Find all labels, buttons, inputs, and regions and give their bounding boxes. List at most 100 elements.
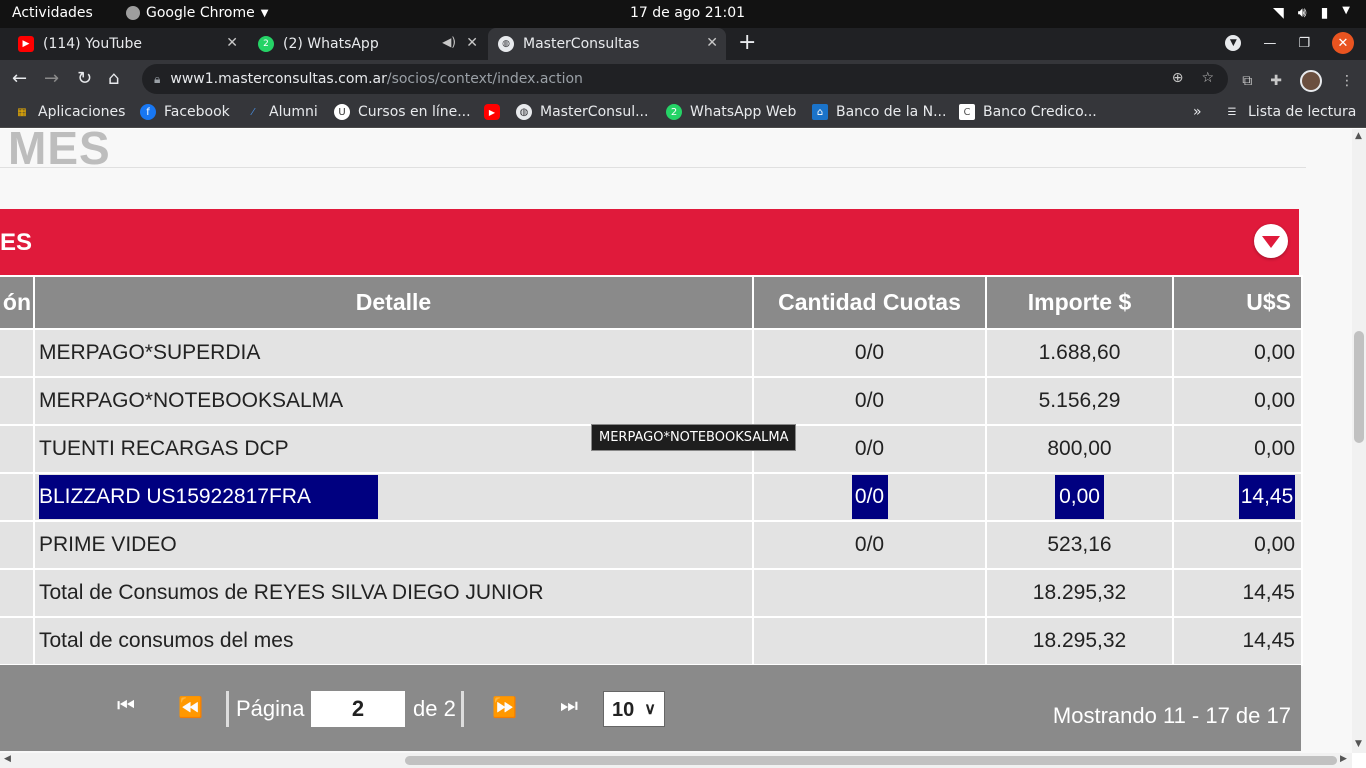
bookmark-star-icon[interactable]: ☆ (1201, 70, 1214, 86)
tab-title: (2) WhatsApp (283, 36, 379, 52)
separator (226, 691, 229, 727)
tooltip: MERPAGO*NOTEBOOKSALMA (591, 424, 797, 451)
minimize-icon[interactable]: — (1263, 36, 1276, 51)
section-header: ES (0, 209, 1299, 275)
table-row-selected[interactable]: BLIZZARD US15922817FRA 0/0 0,00 14,45 (0, 472, 1303, 522)
close-icon[interactable]: ✕ (466, 35, 478, 51)
clock[interactable]: 17 de ago 21:01 (630, 5, 745, 21)
column-header-usd[interactable]: U$S (1172, 275, 1303, 330)
more-bookmarks-chevron-icon[interactable]: » (1193, 104, 1202, 120)
reload-icon[interactable]: ↻ (77, 68, 92, 89)
scroll-up-icon[interactable]: ▲ (1355, 131, 1362, 141)
bookmark-banco-nacion[interactable]: ⌂ Banco de la N... (812, 104, 946, 120)
previous-page-icon[interactable]: ⏪ (178, 695, 203, 720)
section-title: ES (0, 229, 33, 256)
cell-importe: 18.295,32 (985, 568, 1174, 618)
tab-search-icon[interactable]: ▼ (1225, 35, 1242, 51)
zoom-icon[interactable]: ⊕ (1172, 70, 1184, 86)
cell-cuotas: 0/0 (752, 376, 987, 426)
selected-text: 14,45 (1239, 475, 1295, 519)
cell-importe: 1.688,60 (985, 328, 1174, 378)
scrollbar-thumb[interactable] (1354, 331, 1364, 443)
tab-youtube[interactable]: ▶ (114) YouTube ✕ (0, 28, 246, 60)
horizontal-scrollbar[interactable]: ◀ ▶ (0, 753, 1352, 768)
window-controls: ▼ — ❐ ✕ (1225, 32, 1354, 54)
selected-text: BLIZZARD US15922817FRA (39, 475, 378, 519)
next-page-icon[interactable]: ⏩ (492, 695, 517, 720)
tab-whatsapp[interactable]: 2 (2) WhatsApp ◀) ✕ (250, 28, 486, 60)
new-tab-button[interactable]: + (738, 30, 756, 55)
caret-down-icon: ▼ (260, 7, 269, 19)
cell-usd: 14,45 (1172, 472, 1303, 522)
bookmark-youtube[interactable]: ▶ (484, 104, 508, 120)
bookmark-facebook[interactable]: f Facebook (140, 104, 230, 120)
first-page-icon[interactable]: ⏮ (117, 695, 135, 718)
scroll-down-icon[interactable]: ▼ (1355, 739, 1362, 749)
table-cell (0, 376, 35, 426)
column-header-detalle[interactable]: Detalle (33, 275, 754, 330)
cell-importe: 18.295,32 (985, 616, 1174, 666)
chrome-icon (126, 6, 140, 20)
pagination-bar: ⏮ ⏪ Página 2 de 2 ⏩ ⏭ 10 ∨ Mostrando 11 … (0, 665, 1301, 751)
table-row[interactable]: MERPAGO*SUPERDIA 0/0 1.688,60 0,00 (0, 328, 1303, 378)
table-row-total[interactable]: Total de Consumos de REYES SILVA DIEGO J… (0, 568, 1303, 618)
close-icon[interactable]: ✕ (226, 35, 238, 51)
app-menu[interactable]: Google Chrome ▼ (126, 5, 268, 21)
alumni-icon: ⁄ (252, 106, 254, 118)
system-tray[interactable]: ◥ 🔊︎ ▮ ▼ (1273, 5, 1350, 21)
bookmarks-bar: ▦ Aplicaciones f Facebook ⁄ Alumni U Cursos … (0, 98, 1366, 128)
extensions-puzzle-icon[interactable]: ✚ (1270, 73, 1282, 89)
vertical-scrollbar[interactable]: ▲ ▼ (1352, 129, 1366, 753)
maximize-icon[interactable]: ❐ (1298, 36, 1310, 51)
bookmark-masterconsultas[interactable]: ◍ MasterConsul... (516, 104, 648, 120)
scroll-right-icon[interactable]: ▶ (1340, 754, 1347, 764)
bookmark-aplicaciones[interactable]: ▦ Aplicaciones (14, 104, 125, 120)
scrollbar-thumb[interactable] (405, 756, 1337, 765)
menu-kebab-icon[interactable]: ⋮ (1340, 73, 1354, 89)
volume-icon: 🔊︎ (1297, 5, 1307, 21)
table-row-total[interactable]: Total de consumos del mes 18.295,32 14,4… (0, 616, 1303, 666)
close-icon[interactable]: ✕ (706, 35, 718, 51)
column-header-cuotas[interactable]: Cantidad Cuotas (752, 275, 987, 330)
lock-icon[interactable]: 🔒︎ (154, 72, 160, 87)
cell-detalle: Total de Consumos de REYES SILVA DIEGO J… (33, 568, 754, 618)
page-number-input[interactable]: 2 (311, 691, 405, 727)
page-label: Página (236, 696, 305, 721)
bookmark-alumni[interactable]: ⁄ Alumni (245, 104, 318, 120)
profile-avatar[interactable] (1300, 70, 1322, 92)
forward-icon[interactable]: → (44, 68, 59, 89)
table-row[interactable]: MERPAGO*NOTEBOOKSALMA 0/0 5.156,29 0,00 (0, 376, 1303, 426)
bookmark-whatsapp-web[interactable]: 2 WhatsApp Web (666, 104, 796, 120)
divider (0, 167, 1306, 168)
activities-button[interactable]: Actividades (12, 5, 93, 21)
page-heading: MES (8, 129, 111, 174)
consumos-table: ón Detalle Cantidad Cuotas Importe $ U$S… (0, 275, 1303, 666)
table-header-row: ón Detalle Cantidad Cuotas Importe $ U$S (0, 275, 1303, 330)
reading-list[interactable]: ☰ Lista de lectura (1224, 104, 1357, 120)
credicoop-icon: C (959, 104, 975, 120)
column-header-importe[interactable]: Importe $ (985, 275, 1174, 330)
facebook-icon: f (140, 104, 156, 120)
bookmark-cursos[interactable]: U Cursos en líne... (334, 104, 471, 120)
close-window-icon[interactable]: ✕ (1332, 32, 1354, 54)
collapse-toggle-icon[interactable] (1254, 224, 1288, 258)
cell-detalle: PRIME VIDEO (33, 520, 754, 570)
column-header[interactable]: ón (0, 275, 35, 330)
scroll-left-icon[interactable]: ◀ (4, 754, 11, 764)
cell-cuotas: 0/0 (752, 472, 987, 522)
address-bar[interactable]: 🔒︎ www1.masterconsultas.com.ar/socios/co… (142, 64, 1228, 94)
audio-playing-icon[interactable]: ◀) (442, 35, 456, 49)
tab-masterconsultas[interactable]: ◍ MasterConsultas ✕ (488, 28, 726, 60)
last-page-icon[interactable]: ⏭ (560, 695, 578, 718)
wifi-icon: ◥ (1272, 5, 1284, 21)
table-row[interactable]: PRIME VIDEO 0/0 523,16 0,00 (0, 520, 1303, 570)
home-icon[interactable]: ⌂ (108, 68, 119, 89)
page-size-select[interactable]: 10 ∨ (603, 691, 665, 727)
extension-icon[interactable]: ⧉ (1242, 73, 1252, 89)
cell-detalle: Total de consumos del mes (33, 616, 754, 666)
back-icon[interactable]: ← (12, 68, 27, 89)
cursos-icon: U (334, 104, 350, 120)
bookmark-banco-credicoop[interactable]: C Banco Credico... (959, 104, 1097, 120)
cell-cuotas (752, 616, 987, 666)
page-content: MES ES ón Detalle Cantidad Cuotas Import… (0, 129, 1352, 753)
